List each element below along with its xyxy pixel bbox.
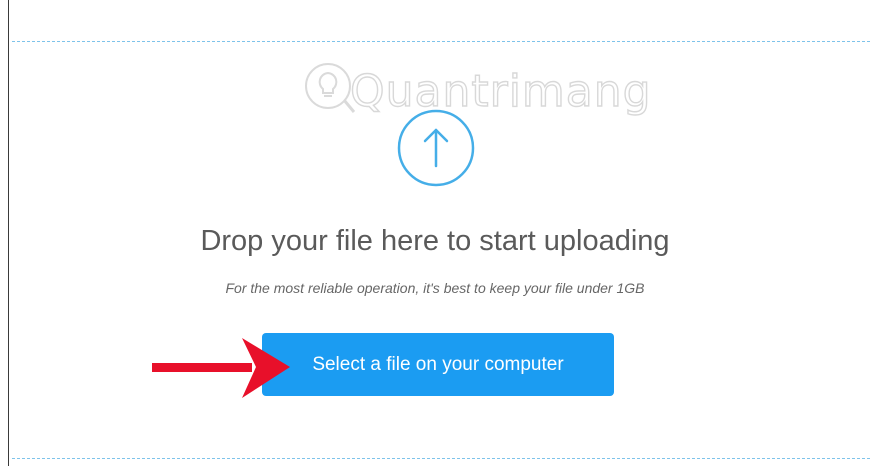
arrow-up-circle-icon [397, 109, 475, 187]
upload-page: Quantrimang Drop your file here to start… [0, 0, 870, 466]
dropzone-border-bottom [12, 458, 870, 459]
select-file-button[interactable]: Select a file on your computer [262, 333, 614, 396]
file-size-note: For the most reliable operation, it's be… [225, 280, 645, 296]
lightbulb-icon [305, 63, 356, 113]
dropzone-headline: Drop your file here to start uploading [200, 225, 670, 257]
dropzone-border-top [12, 41, 870, 42]
red-arrow-icon [152, 338, 290, 398]
